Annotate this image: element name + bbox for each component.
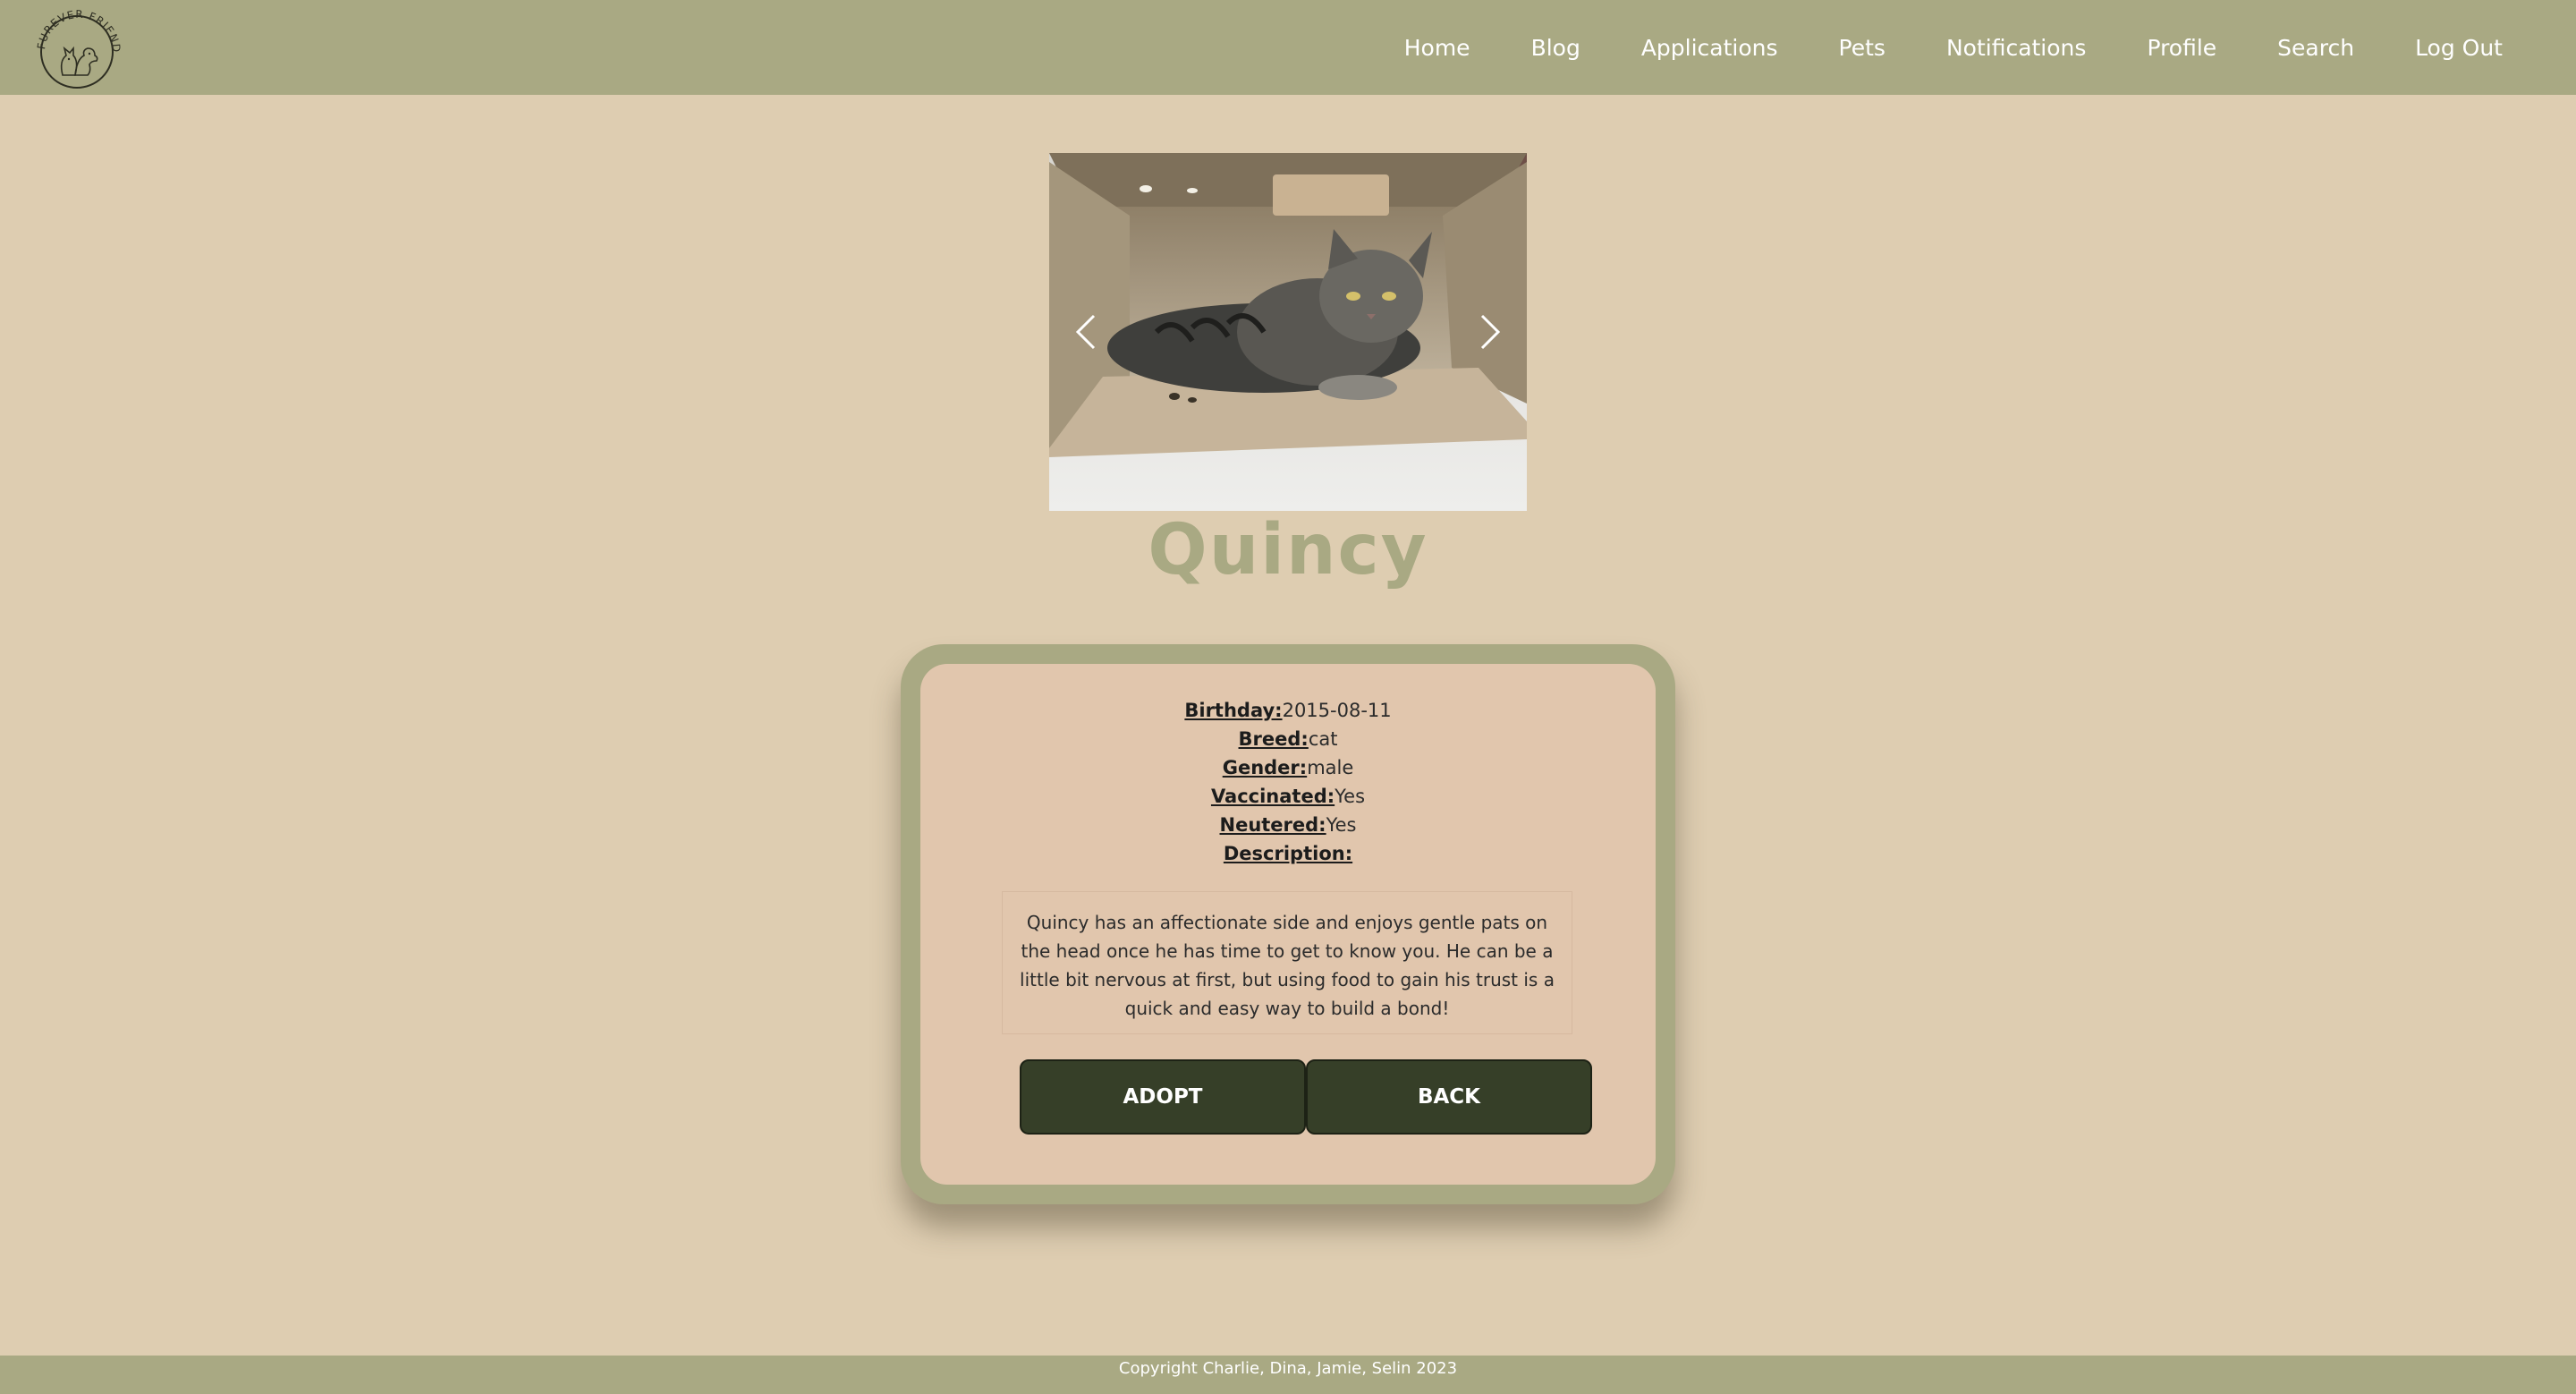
pet-photo [1049, 153, 1527, 511]
logo[interactable]: FUREVER FRIENDS [29, 0, 122, 91]
description-row: Description: [920, 839, 1656, 868]
pet-info-list: Birthday:2015-08-11 Breed:cat Gender:mal… [920, 696, 1656, 868]
navbar: FUREVER FRIENDS Home Blog Applications P… [0, 0, 2576, 95]
vaccinated-label: Vaccinated: [1210, 786, 1335, 807]
breed-value: cat [1308, 728, 1338, 750]
nav-home-link[interactable]: Home [1374, 35, 1501, 61]
pet-name-title: Quincy [1148, 510, 1428, 591]
pet-description: Quincy has an affectionate side and enjo… [1002, 891, 1572, 1034]
pet-details-card-inner: Birthday:2015-08-11 Breed:cat Gender:mal… [920, 664, 1656, 1185]
birthday-label: Birthday: [1184, 700, 1283, 721]
carousel-next-button[interactable] [1462, 296, 1516, 368]
carousel-prev-button[interactable] [1060, 296, 1114, 368]
vaccinated-row: Vaccinated:Yes [920, 782, 1656, 811]
vaccinated-value: Yes [1335, 786, 1366, 807]
gender-value: male [1307, 757, 1354, 778]
birthday-value: 2015-08-11 [1282, 700, 1392, 721]
birthday-row: Birthday:2015-08-11 [920, 696, 1656, 725]
logo-text: FUREVER FRIENDS [29, 0, 123, 54]
nav-profile-link[interactable]: Profile [2116, 35, 2247, 61]
furever-friends-logo-icon: FUREVER FRIENDS [29, 0, 122, 89]
footer: Copyright Charlie, Dina, Jamie, Selin 20… [0, 1356, 2576, 1394]
svg-text:FUREVER FRIENDS: FUREVER FRIENDS [32, 2, 122, 54]
pet-details-card: Birthday:2015-08-11 Breed:cat Gender:mal… [901, 644, 1675, 1204]
neutered-row: Neutered:Yes [920, 811, 1656, 839]
nav-notifications-link[interactable]: Notifications [1916, 35, 2116, 61]
breed-row: Breed:cat [920, 725, 1656, 753]
copyright-text: Copyright Charlie, Dina, Jamie, Selin 20… [1118, 1359, 1458, 1378]
description-label: Description: [1223, 843, 1353, 864]
nav-search-link[interactable]: Search [2247, 35, 2385, 61]
nav-logout-link[interactable]: Log Out [2385, 35, 2576, 61]
gender-label: Gender: [1222, 757, 1308, 778]
adopt-button[interactable]: ADOPT [1020, 1059, 1306, 1135]
nav-menu: Home Blog Applications Pets Notification… [1374, 0, 2576, 95]
gender-row: Gender:male [920, 753, 1656, 782]
neutered-label: Neutered: [1219, 814, 1326, 836]
chevron-right-icon [1480, 314, 1501, 350]
pet-photo-carousel [1049, 153, 1527, 511]
breed-label: Breed: [1238, 728, 1309, 750]
neutered-value: Yes [1326, 814, 1357, 836]
nav-pets-link[interactable]: Pets [1809, 35, 1916, 61]
nav-blog-link[interactable]: Blog [1501, 35, 1611, 61]
chevron-left-icon [1075, 314, 1096, 350]
nav-applications-link[interactable]: Applications [1611, 35, 1809, 61]
back-button[interactable]: BACK [1306, 1059, 1592, 1135]
